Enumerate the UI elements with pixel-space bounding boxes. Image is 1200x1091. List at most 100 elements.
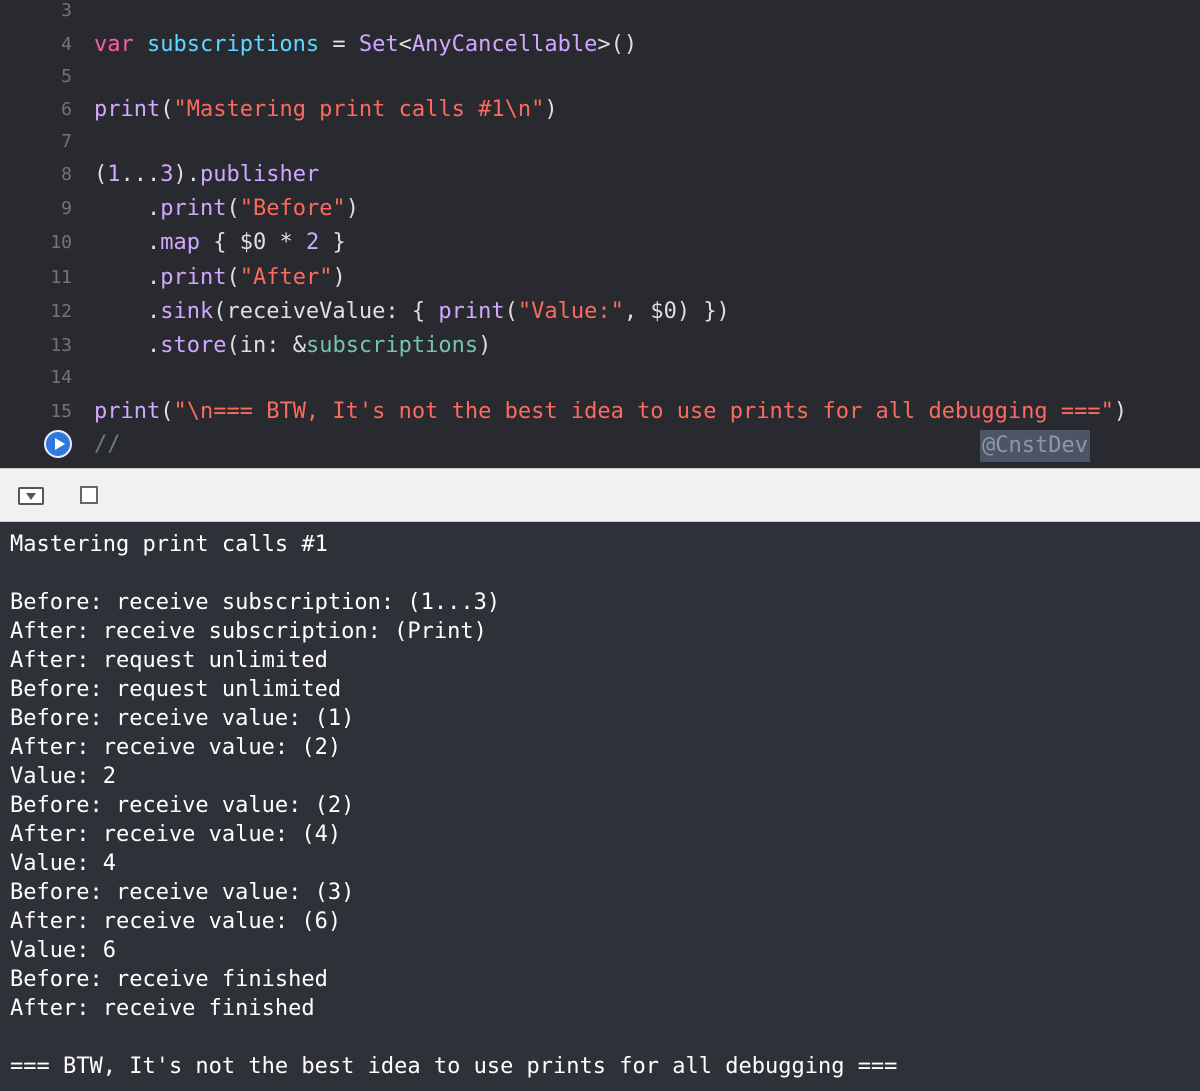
code-line: 6 print("Mastering print calls #1\n") [0,93,1200,127]
code-token: . [94,333,161,358]
code-token: sink [160,299,214,324]
code-token: ) [345,196,359,221]
line-number: 15 [50,401,72,422]
code-text: .map { $0 * 2 } [94,226,346,260]
console-line: After: receive finished [10,996,315,1021]
code-line: 7 [0,125,1200,159]
code-token: subscriptions [305,333,479,358]
code-line: 8 (1...3).publisher [0,158,1200,192]
code-token: print [94,399,161,424]
code-token: "Value:" [517,299,624,324]
code-token: "Mastering print calls #1\n" [173,97,545,122]
console-line: Mastering print calls #1 [10,532,328,557]
line-number: 14 [50,367,72,388]
hide-debug-area-icon[interactable] [18,487,44,505]
code-text: .print("After") [94,261,346,295]
code-text: print("\n=== BTW, It's not the best idea… [94,395,1127,429]
console-line: After: request unlimited [10,648,328,673]
code-token: ) [332,265,346,290]
code-text: .sink(receiveValue: { print("Value:", $0… [94,295,730,329]
code-token: Set [358,32,399,57]
code-token: ( [226,196,240,221]
code-token: "\n=== BTW, It's not the best idea to us… [173,399,1114,424]
code-line: 11 .print("After") [0,261,1200,295]
code-token: ) [544,97,558,122]
code-token: ). [173,162,201,187]
console-line: === BTW, It's not the best idea to use p… [10,1054,898,1079]
code-line: 9 .print("Before") [0,192,1200,226]
code-token: ... [120,162,161,187]
code-line: 4 var subscriptions = Set<AnyCancellable>… [0,28,1200,62]
code-token: store [160,333,227,358]
line-number: 13 [50,335,72,356]
console-line: After: receive value: (4) [10,822,342,847]
code-token: < [398,32,412,57]
code-text: .print("Before") [94,192,359,226]
code-token: "After" [239,265,333,290]
console-line: After: receive value: (6) [10,909,342,934]
code-token: * [279,230,293,255]
code-line: 14 [0,361,1200,395]
code-token: print [160,196,227,221]
console-line: Before: receive value: (3) [10,880,355,905]
code-token: 2 [305,230,320,255]
code-token: . [94,265,161,290]
code-token: . [94,196,161,221]
square-icon[interactable] [80,486,98,504]
console-line: Before: receive value: (1) [10,706,355,731]
debug-toolbar [0,468,1200,522]
line-number: 4 [61,34,72,55]
code-token: , $0) }) [623,299,730,324]
code-token: var [94,32,147,57]
code-token: 1 [107,162,121,187]
code-line: 5 [0,60,1200,94]
line-number: 11 [50,267,72,288]
code-token: { $0 [199,230,280,255]
code-token: (receiveValue: { [213,299,439,324]
code-token: map [160,230,200,255]
code-token: } [319,230,346,255]
code-text: var subscriptions = Set<AnyCancellable>(… [94,28,637,62]
line-number: 5 [61,66,72,87]
code-token: . [94,230,161,255]
code-token: ( [94,162,108,187]
console-line: Before: receive finished [10,967,328,992]
watermark-text: @CnstDev [980,430,1090,462]
play-circle-icon[interactable] [44,430,72,458]
code-editor[interactable]: 3 4 var subscriptions = Set<AnyCancellable… [0,0,1200,468]
console-line: After: receive subscription: (Print) [10,619,487,644]
code-text: .store(in: &subscriptions) [94,329,491,363]
line-number: 3 [61,0,72,21]
code-token: print [94,97,161,122]
code-text: (1...3).publisher [94,158,319,192]
code-token: >() [597,32,638,57]
code-text: // [94,428,121,462]
code-token: // [94,432,121,457]
line-number: 7 [61,131,72,152]
code-line: 12 .sink(receiveValue: { print("Value:",… [0,295,1200,329]
console-line: Before: receive value: (2) [10,793,355,818]
code-token: (in: & [226,333,306,358]
code-line: 15 print("\n=== BTW, It's not the best id… [0,395,1200,429]
code-token: ( [226,265,240,290]
code-token: ( [160,399,174,424]
code-token: AnyCancellable [411,32,598,57]
console-line: Value: 2 [10,764,116,789]
code-token: = [319,32,359,57]
console-line: Before: request unlimited [10,677,342,702]
console-line: Before: receive subscription: (1...3) [10,590,501,615]
console-line: After: receive value: (2) [10,735,342,760]
code-token: print [160,265,227,290]
code-line: 3 [0,0,1200,28]
code-line: 10 .map { $0 * 2 } [0,226,1200,260]
line-number: 8 [61,164,72,185]
code-token: ) [478,333,492,358]
code-token: print [438,299,505,324]
code-text: print("Mastering print calls #1\n") [94,93,558,127]
line-number: 6 [61,99,72,120]
code-token: 3 [160,162,174,187]
console-line: Value: 6 [10,938,116,963]
code-token: . [94,299,161,324]
line-number: 10 [50,232,72,253]
